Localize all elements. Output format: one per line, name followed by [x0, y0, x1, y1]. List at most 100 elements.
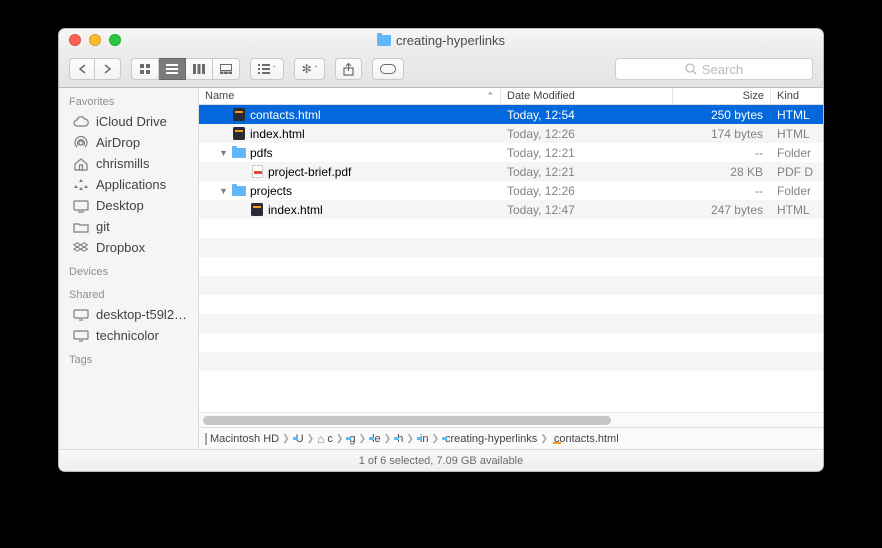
search-icon [685, 63, 697, 75]
forward-button[interactable] [95, 58, 121, 80]
file-name: index.html [250, 127, 305, 141]
chevron-down-icon: ˇ [315, 65, 318, 74]
file-list: contacts.htmlToday, 12:54250 bytesHTMLin… [199, 105, 823, 412]
sidebar-item[interactable]: Applications [59, 174, 198, 195]
sidebar-item-label: Desktop [96, 198, 144, 213]
empty-row [199, 314, 823, 333]
path-item[interactable]: g [346, 433, 355, 445]
column-size[interactable]: Size [673, 88, 771, 104]
apps-icon [73, 178, 89, 192]
disclosure-triangle[interactable]: ▼ [219, 148, 228, 158]
empty-row [199, 371, 823, 390]
folder-icon [73, 220, 89, 234]
view-list-button[interactable] [159, 58, 186, 80]
cloud-icon [73, 115, 89, 129]
file-name: projects [250, 184, 292, 198]
path-item[interactable]: contacts.html [551, 433, 619, 445]
scrollbar-thumb[interactable] [203, 416, 611, 425]
home-icon: ⌂ [317, 432, 324, 446]
sidebar-item[interactable]: desktop-t59l2… [59, 304, 198, 325]
nav-buttons [69, 58, 121, 80]
action-button[interactable]: ✻ˇ [294, 58, 326, 80]
file-name: project-brief.pdf [268, 165, 351, 179]
sidebar-item-label: Applications [96, 177, 166, 192]
file-size: -- [673, 184, 771, 198]
tags-button[interactable] [372, 58, 404, 80]
chevron-down-icon: ˇ [273, 65, 276, 74]
sidebar-item[interactable]: Desktop [59, 195, 198, 216]
sidebar-item[interactable]: technicolor [59, 325, 198, 346]
file-row[interactable]: ▼ projects Today, 12:26--Folder [199, 181, 823, 200]
folder-icon [232, 184, 246, 198]
empty-row [199, 238, 823, 257]
file-row[interactable]: index.htmlToday, 12:26174 bytesHTML [199, 124, 823, 143]
view-gallery-button[interactable] [213, 58, 240, 80]
close-button[interactable] [69, 34, 81, 46]
file-name: index.html [268, 203, 323, 217]
file-date: Today, 12:54 [501, 108, 673, 122]
path-item[interactable]: creating-hyperlinks [442, 433, 537, 445]
file-size: 28 KB [673, 165, 771, 179]
path-item[interactable]: Macintosh HD [205, 433, 279, 445]
path-item[interactable]: U [293, 433, 304, 445]
path-item[interactable]: ⌂c [317, 432, 333, 446]
sidebar-section-header: Tags [59, 346, 198, 369]
file-row[interactable]: index.htmlToday, 12:47247 bytesHTML [199, 200, 823, 219]
horizontal-scrollbar[interactable] [199, 412, 823, 427]
path-label: creating-hyperlinks [445, 433, 537, 445]
file-size: 250 bytes [673, 108, 771, 122]
empty-row [199, 295, 823, 314]
titlebar: creating-hyperlinks [59, 29, 823, 51]
airdrop-icon [73, 136, 89, 150]
file-date: Today, 12:26 [501, 184, 673, 198]
window-title-text: creating-hyperlinks [396, 33, 505, 48]
column-date[interactable]: Date Modified [501, 88, 673, 104]
empty-row [199, 276, 823, 295]
path-item[interactable]: h [394, 433, 403, 445]
file-row[interactable]: project-brief.pdfToday, 12:2128 KBPDF D [199, 162, 823, 181]
empty-row [199, 352, 823, 371]
html-icon [232, 127, 246, 141]
desktop-icon [73, 199, 89, 213]
sidebar-item[interactable]: chrismills [59, 153, 198, 174]
back-button[interactable] [69, 58, 95, 80]
gear-icon: ✻ [302, 62, 312, 76]
sidebar-item[interactable]: AirDrop [59, 132, 198, 153]
file-size: 174 bytes [673, 127, 771, 141]
search-field[interactable]: Search [615, 58, 813, 80]
chevron-right-icon: ❯ [359, 433, 367, 444]
file-row[interactable]: ▼pdfsToday, 12:21--Folder [199, 143, 823, 162]
path-bar: Macintosh HD❯U❯⌂c❯g❯le❯h❯in❯creating-hyp… [199, 427, 823, 449]
path-label: c [327, 433, 333, 445]
sidebar-item[interactable]: iCloud Drive [59, 111, 198, 132]
column-kind[interactable]: Kind [771, 88, 823, 104]
path-label: contacts.html [554, 433, 619, 445]
traffic-lights [59, 34, 121, 46]
pdf-icon [250, 165, 264, 179]
finder-window: creating-hyperlinks ˇ ✻ˇ Search Favorite… [58, 28, 824, 472]
arrange-button[interactable]: ˇ [250, 58, 284, 80]
disclosure-triangle[interactable]: ▼ [219, 186, 228, 196]
minimize-button[interactable] [89, 34, 101, 46]
share-button[interactable] [335, 58, 362, 80]
sidebar-item-label: Dropbox [96, 240, 145, 255]
zoom-button[interactable] [109, 34, 121, 46]
sidebar-item[interactable]: git [59, 216, 198, 237]
toolbar: ˇ ✻ˇ Search [59, 51, 823, 88]
folder-icon [232, 146, 246, 160]
file-kind: Folder [771, 184, 823, 198]
file-kind: Folder [771, 146, 823, 160]
file-kind: HTML [771, 108, 823, 122]
view-icon-button[interactable] [131, 58, 159, 80]
path-item[interactable]: le [369, 433, 381, 445]
chevron-right-icon: ❯ [282, 433, 290, 444]
column-name[interactable]: Name⌃ [199, 88, 501, 104]
view-column-button[interactable] [186, 58, 213, 80]
view-buttons [131, 58, 240, 80]
html-icon [250, 203, 264, 217]
sidebar-item[interactable]: Dropbox [59, 237, 198, 258]
path-item[interactable]: in [417, 433, 429, 445]
empty-row [199, 257, 823, 276]
path-label: Macintosh HD [210, 433, 279, 445]
file-row[interactable]: contacts.htmlToday, 12:54250 bytesHTML [199, 105, 823, 124]
